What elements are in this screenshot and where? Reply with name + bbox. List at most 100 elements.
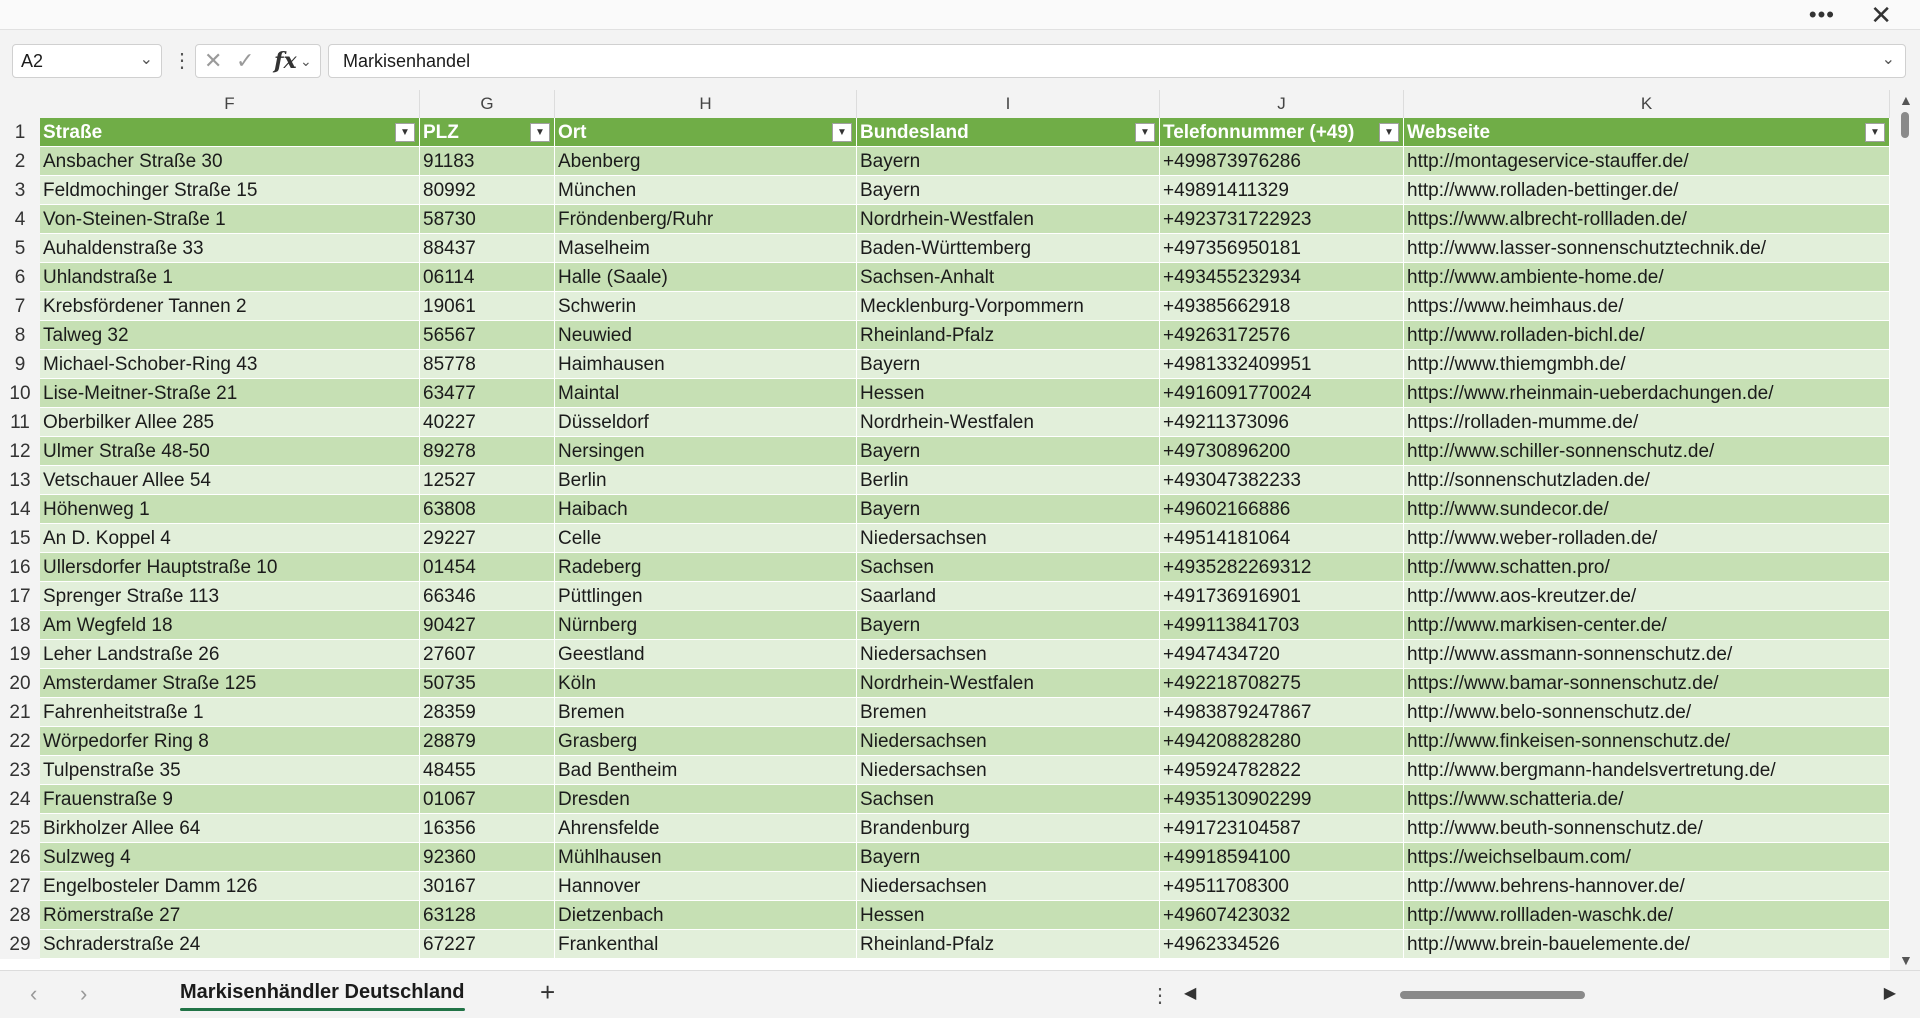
table-cell[interactable]: Hessen (857, 379, 1160, 408)
table-cell[interactable]: Mühlhausen (555, 843, 857, 872)
table-cell[interactable]: https://www.rheinmain-ueberdachungen.de/ (1404, 379, 1890, 408)
previous-sheet-icon[interactable]: ‹ (30, 981, 37, 1007)
table-cell[interactable]: Amsterdamer Straße 125 (40, 669, 420, 698)
row-number[interactable]: 4 (0, 205, 40, 234)
next-sheet-icon[interactable]: › (80, 981, 87, 1007)
table-cell[interactable]: Nordrhein-Westfalen (857, 669, 1160, 698)
table-cell[interactable]: Celle (555, 524, 857, 553)
column-header-h[interactable]: H (555, 90, 857, 118)
table-cell[interactable]: +49918594100 (1160, 843, 1404, 872)
close-icon[interactable]: ✕ (1870, 0, 1892, 31)
table-cell[interactable]: http://www.assmann-sonnenschutz.de/ (1404, 640, 1890, 669)
formula-bar-menu-icon[interactable]: ⋮ (172, 48, 192, 73)
table-cell[interactable]: Berlin (555, 466, 857, 495)
table-cell[interactable]: http://www.brein-bauelemente.de/ (1404, 930, 1890, 959)
table-cell[interactable]: http://montageservice-stauffer.de/ (1404, 147, 1890, 176)
table-cell[interactable]: 28359 (420, 698, 555, 727)
table-cell[interactable]: https://rolladen-mumme.de/ (1404, 408, 1890, 437)
more-options-icon[interactable]: ••• (1809, 2, 1835, 28)
table-cell[interactable]: Schraderstraße 24 (40, 930, 420, 959)
table-cell[interactable]: Rheinland-Pfalz (857, 930, 1160, 959)
row-number[interactable]: 15 (0, 524, 40, 553)
row-number[interactable]: 27 (0, 872, 40, 901)
scroll-down-icon[interactable]: ▼ (1899, 952, 1913, 968)
table-cell[interactable]: +49607423032 (1160, 901, 1404, 930)
sheet-bar-menu-icon[interactable]: ⋮ (1150, 983, 1170, 1008)
table-cell[interactable]: Von-Steinen-Straße 1 (40, 205, 420, 234)
table-cell[interactable]: Maselheim (555, 234, 857, 263)
table-cell[interactable]: Bayern (857, 147, 1160, 176)
table-cell[interactable]: +491736916901 (1160, 582, 1404, 611)
table-cell[interactable]: 63128 (420, 901, 555, 930)
table-cell[interactable]: Tulpenstraße 35 (40, 756, 420, 785)
header-cell[interactable]: Telefonnummer (+49) ▼ (1160, 118, 1404, 147)
table-cell[interactable]: 85778 (420, 350, 555, 379)
table-cell[interactable]: Bremen (857, 698, 1160, 727)
table-cell[interactable]: Dietzenbach (555, 901, 857, 930)
table-cell[interactable]: 92360 (420, 843, 555, 872)
row-number[interactable]: 10 (0, 379, 40, 408)
table-cell[interactable]: +49263172576 (1160, 321, 1404, 350)
table-cell[interactable]: Vetschauer Allee 54 (40, 466, 420, 495)
horizontal-scrollbar[interactable]: ◀ ▶ (1180, 983, 1900, 1007)
table-cell[interactable]: München (555, 176, 857, 205)
row-number[interactable]: 5 (0, 234, 40, 263)
table-cell[interactable]: Sachsen-Anhalt (857, 263, 1160, 292)
row-number[interactable]: 28 (0, 901, 40, 930)
column-header-f[interactable]: F (40, 90, 420, 118)
table-cell[interactable]: http://www.rollladen-waschk.de/ (1404, 901, 1890, 930)
table-cell[interactable]: 28879 (420, 727, 555, 756)
table-cell[interactable]: +4983879247867 (1160, 698, 1404, 727)
table-cell[interactable]: +49514181064 (1160, 524, 1404, 553)
header-cell[interactable]: Ort ▼ (555, 118, 857, 147)
row-number[interactable]: 20 (0, 669, 40, 698)
table-cell[interactable]: Michael-Schober-Ring 43 (40, 350, 420, 379)
insert-function-icon[interactable]: fx (274, 48, 297, 74)
table-cell[interactable]: Radeberg (555, 553, 857, 582)
row-number[interactable]: 7 (0, 292, 40, 321)
table-cell[interactable]: Haibach (555, 495, 857, 524)
table-cell[interactable]: http://www.rolladen-bichl.de/ (1404, 321, 1890, 350)
table-cell[interactable]: http://www.bergmann-handelsvertretung.de… (1404, 756, 1890, 785)
table-cell[interactable]: Hannover (555, 872, 857, 901)
filter-dropdown-icon[interactable]: ▼ (832, 123, 852, 142)
table-cell[interactable]: Talweg 32 (40, 321, 420, 350)
table-cell[interactable]: +495924782822 (1160, 756, 1404, 785)
row-number[interactable]: 29 (0, 930, 40, 959)
table-cell[interactable]: http://www.beuth-sonnenschutz.de/ (1404, 814, 1890, 843)
table-cell[interactable]: 66346 (420, 582, 555, 611)
table-cell[interactable]: +4947434720 (1160, 640, 1404, 669)
table-cell[interactable]: 48455 (420, 756, 555, 785)
table-cell[interactable]: Höhenweg 1 (40, 495, 420, 524)
table-cell[interactable]: http://www.schiller-sonnenschutz.de/ (1404, 437, 1890, 466)
table-cell[interactable]: Püttlingen (555, 582, 857, 611)
table-cell[interactable]: http://www.rolladen-bettinger.de/ (1404, 176, 1890, 205)
name-box[interactable]: A2 ⌄ (12, 44, 162, 78)
table-cell[interactable]: 89278 (420, 437, 555, 466)
table-cell[interactable]: +4981332409951 (1160, 350, 1404, 379)
table-cell[interactable]: 88437 (420, 234, 555, 263)
table-cell[interactable]: 19061 (420, 292, 555, 321)
table-cell[interactable]: Bayern (857, 495, 1160, 524)
header-cell[interactable]: Straße ▼ (40, 118, 420, 147)
row-number[interactable]: 24 (0, 785, 40, 814)
table-cell[interactable]: +499113841703 (1160, 611, 1404, 640)
table-cell[interactable]: Maintal (555, 379, 857, 408)
table-cell[interactable]: http://www.sundecor.de/ (1404, 495, 1890, 524)
table-cell[interactable]: 30167 (420, 872, 555, 901)
table-cell[interactable]: Ansbacher Straße 30 (40, 147, 420, 176)
table-cell[interactable]: Niedersachsen (857, 524, 1160, 553)
table-cell[interactable]: Nersingen (555, 437, 857, 466)
table-cell[interactable]: Haimhausen (555, 350, 857, 379)
table-cell[interactable]: http://www.behrens-hannover.de/ (1404, 872, 1890, 901)
table-cell[interactable]: +4962334526 (1160, 930, 1404, 959)
table-cell[interactable]: http://www.aos-kreutzer.de/ (1404, 582, 1890, 611)
row-number[interactable]: 6 (0, 263, 40, 292)
table-cell[interactable]: Römerstraße 27 (40, 901, 420, 930)
table-cell[interactable]: Nordrhein-Westfalen (857, 408, 1160, 437)
table-cell[interactable]: Bad Bentheim (555, 756, 857, 785)
table-cell[interactable]: 01454 (420, 553, 555, 582)
row-number[interactable]: 22 (0, 727, 40, 756)
table-cell[interactable]: 29227 (420, 524, 555, 553)
table-cell[interactable]: Halle (Saale) (555, 263, 857, 292)
